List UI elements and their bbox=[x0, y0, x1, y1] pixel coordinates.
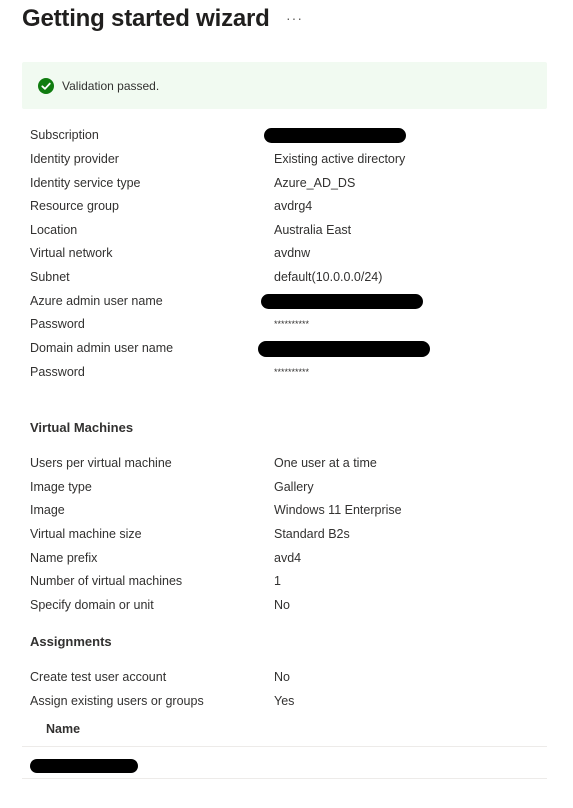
field-label: Users per virtual machine bbox=[30, 456, 172, 470]
redacted-value bbox=[258, 341, 430, 357]
table-column-header-name[interactable]: Name bbox=[46, 722, 80, 736]
field-value: Yes bbox=[274, 694, 295, 708]
redacted-value bbox=[264, 128, 406, 143]
summary-row-domain-admin-user-name: Domain admin user name bbox=[30, 341, 550, 361]
field-label: Resource group bbox=[30, 199, 119, 213]
check-circle-icon bbox=[38, 78, 54, 94]
field-label: Number of virtual machines bbox=[30, 574, 183, 588]
field-value: Gallery bbox=[274, 480, 314, 494]
table-header-divider bbox=[22, 746, 547, 747]
summary-row-vm-size: Virtual machine size Standard B2s bbox=[30, 527, 550, 547]
field-label: Domain admin user name bbox=[30, 341, 174, 355]
summary-row-virtual-network: Virtual network avdnw bbox=[30, 246, 550, 266]
validation-message: Validation passed. bbox=[62, 79, 160, 93]
more-options-icon[interactable]: ··· bbox=[286, 10, 303, 26]
table-row bbox=[22, 748, 547, 778]
section-heading-virtual-machines: Virtual Machines bbox=[30, 420, 134, 435]
field-label: Subscription bbox=[30, 128, 99, 142]
summary-row-identity-service-type: Identity service type Azure_AD_DS bbox=[30, 176, 550, 196]
section-heading-assignments: Assignments bbox=[30, 634, 112, 649]
summary-row-users-per-vm: Users per virtual machine One user at a … bbox=[30, 456, 550, 476]
field-value: No bbox=[274, 670, 290, 684]
summary-row-azure-admin-user-name: Azure admin user name bbox=[30, 294, 550, 314]
table-row-divider bbox=[22, 778, 547, 779]
page-title: Getting started wizard bbox=[22, 5, 270, 32]
field-value: Australia East bbox=[274, 223, 352, 237]
field-value: default(10.0.0.0/24) bbox=[274, 270, 383, 284]
summary-row-subscription: Subscription bbox=[30, 128, 550, 148]
field-label: Azure admin user name bbox=[30, 294, 163, 308]
field-label: Location bbox=[30, 223, 78, 237]
summary-row-domain-password: Password ********** bbox=[30, 365, 550, 385]
field-value: Windows 11 Enterprise bbox=[274, 503, 402, 517]
field-value: avdnw bbox=[274, 246, 311, 260]
field-value: 1 bbox=[274, 574, 281, 588]
summary-row-subnet: Subnet default(10.0.0.0/24) bbox=[30, 270, 550, 290]
field-value: Existing active directory bbox=[274, 152, 406, 166]
summary-row-identity-provider: Identity provider Existing active direct… bbox=[30, 152, 550, 172]
summary-row-create-test-user: Create test user account No bbox=[30, 670, 550, 690]
summary-row-location: Location Australia East bbox=[30, 223, 550, 243]
validation-banner: Validation passed. bbox=[22, 62, 547, 109]
summary-row-image-type: Image type Gallery bbox=[30, 480, 550, 500]
field-value: Standard B2s bbox=[274, 527, 350, 541]
summary-row-assign-existing-users: Assign existing users or groups Yes bbox=[30, 694, 550, 714]
summary-row-specify-domain-or-unit: Specify domain or unit No bbox=[30, 598, 550, 618]
field-label: Image type bbox=[30, 480, 92, 494]
masked-password: ********** bbox=[274, 319, 310, 329]
field-value: avd4 bbox=[274, 551, 302, 565]
field-label: Assign existing users or groups bbox=[30, 694, 204, 708]
field-label: Password bbox=[30, 317, 85, 331]
field-label: Subnet bbox=[30, 270, 70, 284]
field-label: Virtual machine size bbox=[30, 527, 142, 541]
summary-row-name-prefix: Name prefix avd4 bbox=[30, 551, 550, 571]
field-label: Create test user account bbox=[30, 670, 167, 684]
field-label: Virtual network bbox=[30, 246, 113, 260]
field-value: No bbox=[274, 598, 290, 612]
summary-row-password: Password ********** bbox=[30, 317, 550, 337]
field-value: Azure_AD_DS bbox=[274, 176, 356, 190]
field-label: Password bbox=[30, 365, 85, 379]
summary-row-image: Image Windows 11 Enterprise bbox=[30, 503, 550, 523]
masked-password: ********** bbox=[274, 367, 310, 377]
redacted-user-name bbox=[30, 759, 138, 773]
redacted-value bbox=[261, 294, 423, 309]
field-label: Identity provider bbox=[30, 152, 119, 166]
field-label: Image bbox=[30, 503, 65, 517]
field-value: One user at a time bbox=[274, 456, 377, 470]
field-label: Specify domain or unit bbox=[30, 598, 154, 612]
summary-row-number-of-vms: Number of virtual machines 1 bbox=[30, 574, 550, 594]
field-label: Name prefix bbox=[30, 551, 98, 565]
summary-row-resource-group: Resource group avdrg4 bbox=[30, 199, 550, 219]
field-value: avdrg4 bbox=[274, 199, 313, 213]
field-label: Identity service type bbox=[30, 176, 141, 190]
